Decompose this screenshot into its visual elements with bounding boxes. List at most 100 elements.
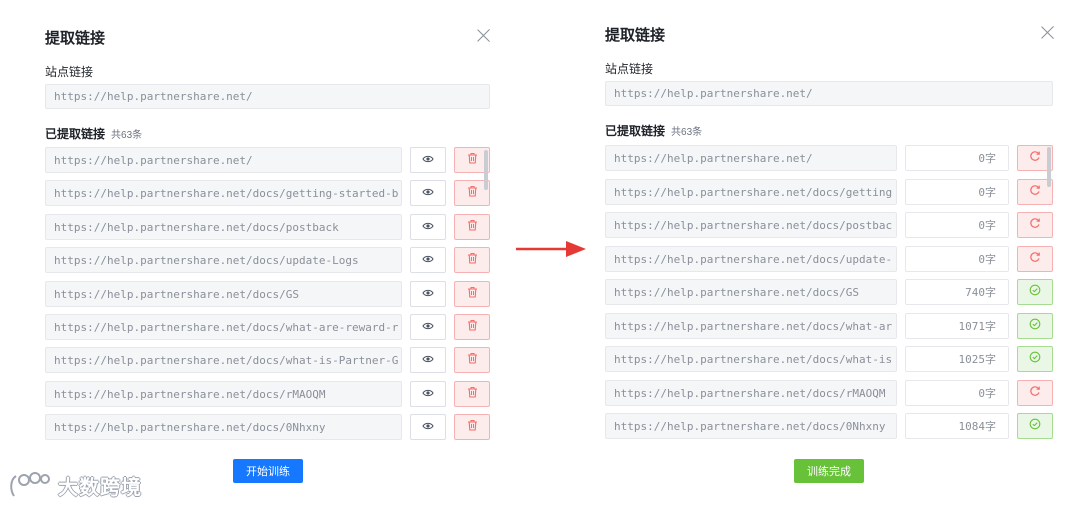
- site-link-input[interactable]: https://help.partnershare.net/: [605, 81, 1053, 106]
- delete-button[interactable]: [454, 214, 490, 240]
- char-count: 0字: [905, 212, 1009, 238]
- link-row: https://help.partnershare.net/docs/what-…: [45, 347, 490, 373]
- link-url-field[interactable]: https://help.partnershare.net/: [605, 145, 897, 171]
- link-url-field[interactable]: https://help.partnershare.net/: [45, 147, 402, 173]
- link-url-field[interactable]: https://help.partnershare.net/docs/what-…: [45, 314, 402, 340]
- link-url-field[interactable]: https://help.partnershare.net/docs/rMAOQ…: [605, 380, 897, 406]
- link-url-field[interactable]: https://help.partnershare.net/docs/updat…: [45, 247, 402, 273]
- retry-button[interactable]: [1017, 212, 1053, 238]
- link-row: https://help.partnershare.net/docs/rMAOQ…: [45, 381, 490, 407]
- view-button[interactable]: [410, 414, 446, 440]
- view-button[interactable]: [410, 247, 446, 273]
- char-count: 0字: [905, 179, 1009, 205]
- watermark-text: 大数跨境: [58, 476, 142, 499]
- link-url-field[interactable]: https://help.partnershare.net/docs/rMAOQ…: [45, 381, 402, 407]
- link-row: https://help.partnershare.net/docs/rMAOQ…: [605, 380, 1055, 406]
- link-row: https://help.partnershare.net/docs/what-…: [605, 313, 1055, 339]
- extract-links-dialog-after: 提取链接 站点链接 https://help.partnershare.net/…: [560, 0, 1080, 506]
- link-row: https://help.partnershare.net/docs/updat…: [45, 247, 490, 273]
- link-row: https://help.partnershare.net/0字: [605, 145, 1055, 171]
- links-count: 共63条: [671, 127, 703, 138]
- link-url-field[interactable]: https://help.partnershare.net/docs/what-…: [45, 347, 402, 373]
- eye-icon: [422, 151, 434, 169]
- retry-button[interactable]: [1017, 246, 1053, 272]
- link-url-field[interactable]: https://help.partnershare.net/docs/what-…: [605, 313, 897, 339]
- trash-icon: [467, 251, 478, 269]
- link-row: https://help.partnershare.net/docs/GS: [45, 281, 490, 307]
- trash-icon: [467, 318, 478, 336]
- delete-button[interactable]: [454, 381, 490, 407]
- training-done-indicator: [1017, 346, 1053, 372]
- delete-button[interactable]: [454, 314, 490, 340]
- retry-button[interactable]: [1017, 380, 1053, 406]
- eye-icon: [422, 351, 434, 369]
- refresh-icon: [1029, 250, 1041, 268]
- check-circle-icon: [1029, 283, 1041, 301]
- extracted-links-title: 已提取链接: [45, 127, 106, 141]
- link-url-field[interactable]: https://help.partnershare.net/docs/what-…: [605, 346, 897, 372]
- site-link-label: 站点链接: [605, 62, 654, 76]
- extracted-links-list: https://help.partnershare.net/0字 https://…: [605, 145, 1075, 445]
- link-url-field[interactable]: https://help.partnershare.net/docs/GS: [605, 279, 897, 305]
- view-button[interactable]: [410, 214, 446, 240]
- link-row: https://help.partnershare.net/: [45, 147, 490, 173]
- trash-icon: [467, 418, 478, 436]
- delete-button[interactable]: [454, 414, 490, 440]
- close-icon[interactable]: [477, 28, 491, 42]
- refresh-icon: [1029, 384, 1041, 402]
- link-row: https://help.partnershare.net/docs/getti…: [45, 180, 490, 206]
- eye-icon: [422, 418, 434, 436]
- view-button[interactable]: [410, 180, 446, 206]
- char-count: 1071字: [905, 313, 1009, 339]
- refresh-icon: [1029, 216, 1041, 234]
- char-count: 0字: [905, 145, 1009, 171]
- trash-icon: [467, 151, 478, 169]
- link-url-field[interactable]: https://help.partnershare.net/docs/updat…: [605, 246, 897, 272]
- link-row: https://help.partnershare.net/docs/0Nhxn…: [605, 413, 1055, 439]
- char-count: 0字: [905, 380, 1009, 406]
- refresh-icon: [1029, 183, 1041, 201]
- training-done-indicator: [1017, 413, 1053, 439]
- watermark: 大数跨境: [8, 470, 142, 500]
- view-button[interactable]: [410, 381, 446, 407]
- eye-icon: [422, 318, 434, 336]
- char-count: 1084字: [905, 413, 1009, 439]
- dialog-title: 提取链接: [45, 30, 106, 47]
- site-link-input[interactable]: https://help.partnershare.net/: [45, 84, 490, 109]
- view-button[interactable]: [410, 347, 446, 373]
- training-done-indicator: [1017, 279, 1053, 305]
- link-url-field[interactable]: https://help.partnershare.net/docs/0Nhxn…: [45, 414, 402, 440]
- trash-icon: [467, 218, 478, 236]
- eye-icon: [422, 251, 434, 269]
- link-row: https://help.partnershare.net/docs/0Nhxn…: [45, 414, 490, 440]
- link-url-field[interactable]: https://help.partnershare.net/docs/0Nhxn…: [605, 413, 897, 439]
- link-row: https://help.partnershare.net/docs/postb…: [45, 214, 490, 240]
- links-count: 共63条: [111, 130, 143, 141]
- link-url-field[interactable]: https://help.partnershare.net/docs/GS: [45, 281, 402, 307]
- training-complete-button[interactable]: 训练完成: [794, 459, 864, 483]
- link-url-field[interactable]: https://help.partnershare.net/docs/postb…: [45, 214, 402, 240]
- eye-icon: [422, 385, 434, 403]
- close-icon[interactable]: [1041, 25, 1055, 39]
- logo-icon: [10, 472, 50, 497]
- start-training-button[interactable]: 开始训练: [233, 459, 303, 483]
- delete-button[interactable]: [454, 281, 490, 307]
- list-scrollbar[interactable]: [1047, 147, 1051, 187]
- extracted-links-list: https://help.partnershare.net/https://he…: [45, 147, 495, 447]
- dialog-title: 提取链接: [605, 27, 666, 44]
- view-button[interactable]: [410, 281, 446, 307]
- link-url-field[interactable]: https://help.partnershare.net/docs/getti…: [45, 180, 402, 206]
- trash-icon: [467, 385, 478, 403]
- extracted-links-label: 已提取链接 共63条: [605, 122, 702, 139]
- list-scrollbar[interactable]: [484, 150, 488, 190]
- link-row: https://help.partnershare.net/docs/getti…: [605, 179, 1055, 205]
- eye-icon: [422, 285, 434, 303]
- link-url-field[interactable]: https://help.partnershare.net/docs/postb…: [605, 212, 897, 238]
- link-url-field[interactable]: https://help.partnershare.net/docs/getti…: [605, 179, 897, 205]
- view-button[interactable]: [410, 147, 446, 173]
- char-count: 0字: [905, 246, 1009, 272]
- view-button[interactable]: [410, 314, 446, 340]
- check-circle-icon: [1029, 350, 1041, 368]
- delete-button[interactable]: [454, 247, 490, 273]
- delete-button[interactable]: [454, 347, 490, 373]
